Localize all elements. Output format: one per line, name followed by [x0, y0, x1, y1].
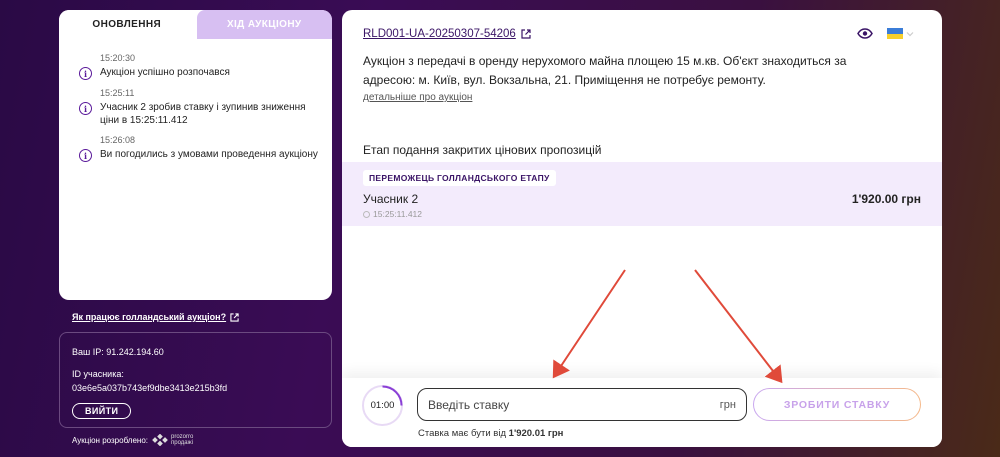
info-icon: i: [79, 67, 92, 80]
participant-id-value: 03e6e5a037b743ef9dbe3413e215b3fd: [72, 383, 228, 393]
clock-icon: [363, 210, 370, 218]
ip-address: Ваш IP: 91.242.194.60: [72, 347, 164, 357]
timer-progress-icon: [382, 385, 403, 406]
logo-line-2: продажі: [171, 440, 193, 446]
bid-input-wrapper: грн: [417, 388, 747, 421]
update-text: Ви погодились з умовами проведення аукці…: [100, 149, 318, 160]
ukraine-flag-icon[interactable]: [887, 28, 903, 39]
winner-time: 15:25:11.412: [363, 209, 422, 219]
winner-card: ПЕРЕМОЖЕЦЬ ГОЛЛАНДСЬКОГО ЕТАПУ Учасник 2…: [342, 162, 942, 226]
panel-tabs: ОНОВЛЕННЯ ХІД АУКЦІОНУ: [59, 10, 332, 39]
update-time: 15:26:08: [100, 135, 136, 145]
make-bid-button[interactable]: ЗРОБИТИ СТАВКУ: [753, 388, 921, 421]
min-bid-value: 1'920.01: [508, 428, 546, 439]
min-bid-hint: Ставка має бути від 1'920.01 грн: [418, 428, 563, 439]
auction-id-link[interactable]: RLD001-UA-20250307-54206: [363, 28, 531, 40]
info-icon: i: [79, 102, 92, 115]
participant-id-label: ID учасника:: [72, 369, 124, 379]
header-icons: [857, 28, 914, 39]
update-text: Учасник 2 зробив ставку і зупинив знижен…: [100, 102, 306, 126]
updates-list: 15:20:30 i Аукціон успішно розпочався 15…: [59, 39, 332, 162]
developer-label: Аукціон розроблено:: [72, 435, 148, 445]
stage-title: Етап подання закритих цінових пропозицій: [363, 143, 602, 157]
external-link-icon: [230, 312, 239, 322]
auction-details-link[interactable]: детальніше про аукціон: [363, 92, 472, 103]
eye-icon[interactable]: [857, 28, 873, 39]
external-link-icon: [521, 29, 531, 39]
list-item: 15:25:11 i Учасник 2 зробив ставку і зуп…: [79, 88, 318, 127]
bid-bar: 01:00 грн ЗРОБИТИ СТАВКУ Ставка має бути…: [342, 378, 942, 447]
logout-button[interactable]: ВИЙТИ: [72, 403, 132, 419]
chevron-down-icon: [906, 31, 914, 36]
update-text: Аукціон успішно розпочався: [100, 67, 230, 78]
auction-description: Аукціон з передачі в оренду нерухомого м…: [363, 54, 847, 87]
winner-amount: 1'920.00 грн: [851, 192, 921, 206]
updates-panel: ОНОВЛЕННЯ ХІД АУКЦІОНУ 15:20:30 i Аукціо…: [59, 10, 332, 300]
update-time: 15:25:11: [100, 88, 135, 98]
prozorro-logo-icon: [152, 434, 168, 446]
info-icon: i: [79, 149, 92, 162]
list-item: 15:26:08 i Ви погодились з умовами прове…: [79, 135, 318, 162]
list-item: 15:20:30 i Аукціон успішно розпочався: [79, 53, 318, 80]
how-link-label: Як працює голландський аукціон?: [72, 312, 227, 322]
currency-label: грн: [719, 398, 736, 411]
min-bid-currency: грн: [547, 428, 564, 439]
auction-panel: RLD001-UA-20250307-54206 Аукціон з перед…: [342, 10, 942, 447]
tab-updates[interactable]: ОНОВЛЕННЯ: [59, 10, 195, 39]
min-bid-prefix: Ставка має бути від: [418, 428, 507, 439]
winner-badge: ПЕРЕМОЖЕЦЬ ГОЛЛАНДСЬКОГО ЕТАПУ: [363, 170, 556, 186]
bid-input[interactable]: [428, 397, 720, 412]
countdown-timer: 01:00: [362, 385, 403, 426]
participant-info-box: Ваш IP: 91.242.194.60 ID учасника: 03e6e…: [59, 332, 332, 428]
update-time: 15:20:30: [100, 53, 136, 63]
prozorro-logo: prozorro продажі: [152, 434, 193, 446]
auction-id: RLD001-UA-20250307-54206: [363, 28, 516, 40]
how-dutch-auction-link[interactable]: Як працює голландський аукціон?: [72, 312, 239, 322]
winner-time-value: 15:25:11.412: [373, 209, 422, 219]
winner-name: Учасник 2: [363, 192, 419, 206]
developer-credit: Аукціон розроблено: prozorro продажі: [72, 434, 193, 446]
tab-auction-progress[interactable]: ХІД АУКЦІОНУ: [196, 10, 332, 39]
